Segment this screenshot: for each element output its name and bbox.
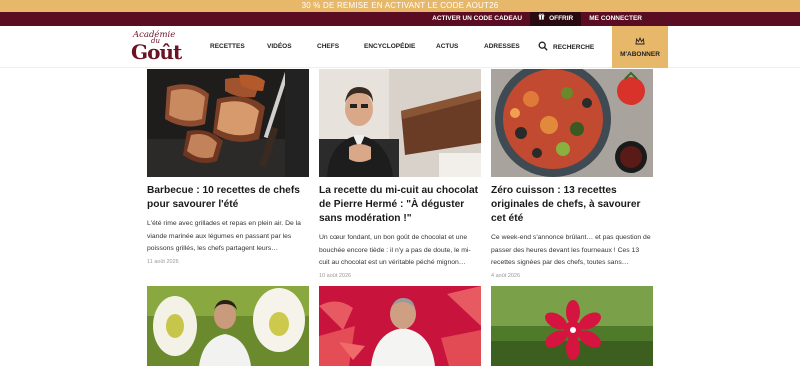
article-image-watermelon[interactable] <box>319 286 481 366</box>
article-title[interactable]: Zéro cuisson : 13 recettes originales de… <box>491 184 653 226</box>
nav-item-adresses[interactable]: ADRESSES <box>484 26 520 68</box>
article-title[interactable]: La recette du mi-cuit au chocolat de Pie… <box>319 184 481 226</box>
article-image-michelin[interactable] <box>491 286 653 366</box>
article-excerpt: Ce week-end s'annonce brûlant… et pas qu… <box>491 234 651 267</box>
nav-item-recettes[interactable]: RECETTES <box>210 26 245 68</box>
promo-text: 30 % DE REMISE EN ACTIVANT LE CODE AOUT2… <box>301 1 499 10</box>
gift-link[interactable]: OFFRIR <box>530 12 582 26</box>
article-excerpt: L'été rime avec grillades et repas en pl… <box>147 220 301 253</box>
promo-banner[interactable]: 30 % DE REMISE EN ACTIVANT LE CODE AOUT2… <box>0 0 800 12</box>
activate-code-link[interactable]: ACTIVER UN CODE CADEAU <box>424 12 530 26</box>
article-card[interactable]: Zéro cuisson : 13 recettes originales de… <box>491 69 653 279</box>
subscribe-button[interactable]: M'ABONNER <box>612 26 668 68</box>
nav-item-actus[interactable]: ACTUS <box>436 26 458 68</box>
article-date: 4 août 2026 <box>491 272 521 279</box>
article-title[interactable]: Barbecue : 10 recettes de chefs pour sav… <box>147 184 309 212</box>
article-card[interactable]: La recette du mi-cuit au chocolat de Pie… <box>319 69 481 279</box>
article-image-chef-flowers[interactable] <box>147 286 309 366</box>
search-icon <box>538 41 548 53</box>
article-image-chocolate[interactable] <box>319 69 481 177</box>
article-excerpt: Un cœur fondant, un bon goût de chocolat… <box>319 234 471 267</box>
nav-item-chefs[interactable]: CHEFS <box>317 26 339 68</box>
search-label: RECHERCHE <box>553 43 595 51</box>
article-image-salad[interactable] <box>491 69 653 177</box>
main-nav: Académie du Goût RECETTES VIDÉOS CHEFS E… <box>0 26 800 68</box>
gift-label: OFFRIR <box>549 15 574 22</box>
article-image-bbq[interactable] <box>147 69 309 177</box>
nav-item-encyclopedie[interactable]: ENCYCLOPÉDIE <box>364 26 415 68</box>
article-date: 11 août 2026 <box>147 258 179 265</box>
site-logo[interactable]: Académie du Goût <box>131 30 189 66</box>
top-bar: ACTIVER UN CODE CADEAU OFFRIR ME CONNECT… <box>0 12 800 26</box>
article-date: 10 août 2026 <box>319 272 352 279</box>
logo-line-3: Goût <box>131 40 182 64</box>
crown-icon <box>635 36 645 47</box>
subscribe-label: M'ABONNER <box>620 50 660 58</box>
article-card[interactable]: Barbecue : 10 recettes de chefs pour sav… <box>147 69 309 265</box>
gift-icon <box>538 12 545 26</box>
login-link[interactable]: ME CONNECTER <box>581 12 650 26</box>
search-button[interactable]: RECHERCHE <box>538 26 594 68</box>
nav-item-videos[interactable]: VIDÉOS <box>267 26 292 68</box>
